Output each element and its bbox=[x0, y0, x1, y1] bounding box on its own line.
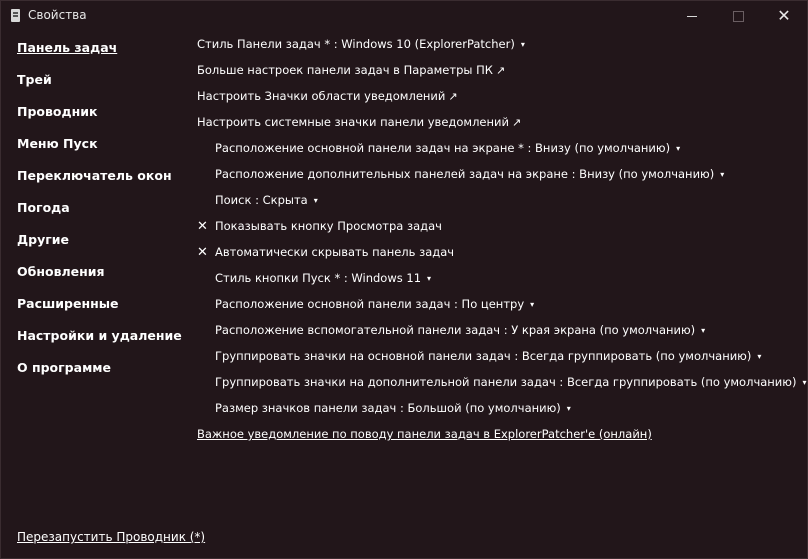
tray-icons-label: Настроить Значки области уведомлений bbox=[197, 89, 446, 103]
search-label: Поиск : Скрыта bbox=[215, 193, 308, 207]
autohide-label: Автоматически скрывать панель задач bbox=[215, 245, 455, 259]
primary-position-label: Расположение основной панели задач на эк… bbox=[215, 141, 671, 155]
properties-window: Свойства ✕ Панель задач Трей Проводник М… bbox=[0, 0, 808, 559]
chevron-down-icon: ▾ bbox=[701, 326, 706, 335]
sidebar-item-start-menu[interactable]: Меню Пуск bbox=[17, 136, 98, 151]
tray-icons-link[interactable]: Настроить Значки области уведомлений ↗ bbox=[197, 89, 458, 103]
chevron-down-icon: ▾ bbox=[802, 378, 807, 387]
title-bar[interactable]: Свойства ✕ bbox=[1, 1, 807, 31]
more-taskbar-settings-link[interactable]: Больше настроек панели задач в Параметры… bbox=[197, 63, 505, 77]
icon-size-label: Размер значков панели задач : Большой (п… bbox=[215, 401, 561, 415]
secondary-grouping-dropdown[interactable]: Группировать значки на дополнительной па… bbox=[215, 375, 806, 389]
external-link-icon: ↗ bbox=[495, 64, 506, 77]
important-notice-link[interactable]: Важное уведомление по поводу панели зада… bbox=[197, 427, 652, 441]
start-style-label: Стиль кнопки Пуск * : Windows 11 bbox=[215, 271, 422, 285]
icon-size-dropdown[interactable]: Размер значков панели задач : Большой (п… bbox=[215, 401, 571, 415]
chevron-down-icon: ▾ bbox=[427, 274, 432, 283]
primary-position-dropdown[interactable]: Расположение основной панели задач на эк… bbox=[215, 141, 680, 155]
secondary-grouping-label: Группировать значки на дополнительной па… bbox=[215, 375, 797, 389]
primary-alignment-dropdown[interactable]: Расположение основной панели задач : По … bbox=[215, 297, 534, 311]
chevron-down-icon: ▾ bbox=[530, 300, 535, 309]
primary-alignment-label: Расположение основной панели задач : По … bbox=[215, 297, 525, 311]
primary-grouping-dropdown[interactable]: Группировать значки на основной панели з… bbox=[215, 349, 761, 363]
maximize-icon bbox=[732, 10, 744, 22]
sidebar-item-tray[interactable]: Трей bbox=[17, 72, 52, 87]
chevron-down-icon: ▾ bbox=[757, 352, 762, 361]
primary-grouping-label: Группировать значки на основной панели з… bbox=[215, 349, 752, 363]
secondary-position-dropdown[interactable]: Расположение дополнительных панелей зада… bbox=[215, 167, 724, 181]
autohide-toggle[interactable]: ✕ Автоматически скрывать панель задач bbox=[197, 245, 597, 260]
window-title: Свойства bbox=[28, 8, 87, 22]
sidebar-item-advanced[interactable]: Расширенные bbox=[17, 296, 119, 311]
more-taskbar-settings-label: Больше настроек панели задач в Параметры… bbox=[197, 63, 493, 77]
external-link-icon: ↗ bbox=[511, 116, 522, 129]
chevron-down-icon: ▾ bbox=[720, 170, 725, 179]
secondary-alignment-label: Расположение вспомогательной панели зада… bbox=[215, 323, 696, 337]
chevron-down-icon: ▾ bbox=[520, 40, 525, 49]
task-view-label: Показывать кнопку Просмотра задач bbox=[215, 219, 442, 233]
secondary-alignment-dropdown[interactable]: Расположение вспомогательной панели зада… bbox=[215, 323, 705, 337]
task-view-toggle[interactable]: ✕ Показывать кнопку Просмотра задач bbox=[197, 219, 597, 234]
minimize-icon bbox=[687, 15, 697, 17]
start-style-dropdown[interactable]: Стиль кнопки Пуск * : Windows 11 ▾ bbox=[215, 271, 431, 285]
taskbar-style-dropdown[interactable]: Стиль Панели задач * : Windows 10 (Explo… bbox=[197, 37, 525, 51]
taskbar-style-label: Стиль Панели задач * : Windows 10 (Explo… bbox=[197, 37, 515, 51]
sidebar-item-explorer[interactable]: Проводник bbox=[17, 104, 97, 119]
chevron-down-icon: ▾ bbox=[676, 144, 681, 153]
close-button[interactable]: ✕ bbox=[761, 1, 807, 31]
x-mark-icon: ✕ bbox=[197, 245, 208, 260]
search-dropdown[interactable]: Поиск : Скрыта ▾ bbox=[215, 193, 318, 207]
x-mark-icon: ✕ bbox=[197, 219, 208, 234]
close-icon: ✕ bbox=[777, 6, 791, 25]
secondary-position-label: Расположение дополнительных панелей зада… bbox=[215, 167, 715, 181]
sidebar-item-other[interactable]: Другие bbox=[17, 232, 69, 247]
restart-explorer-link[interactable]: Перезапустить Проводник (*) bbox=[17, 530, 205, 544]
sidebar-item-updates[interactable]: Обновления bbox=[17, 264, 105, 279]
sidebar-item-weather[interactable]: Погода bbox=[17, 200, 70, 215]
chevron-down-icon: ▾ bbox=[313, 196, 318, 205]
maximize-button bbox=[715, 1, 761, 31]
sidebar-item-taskbar[interactable]: Панель задач bbox=[17, 40, 117, 55]
system-icons-label: Настроить системные значки панели уведом… bbox=[197, 115, 509, 129]
minimize-button[interactable] bbox=[669, 1, 715, 31]
sidebar-item-settings-uninstall[interactable]: Настройки и удаление bbox=[17, 328, 182, 343]
sidebar-item-about[interactable]: О программе bbox=[17, 360, 111, 375]
sidebar-item-window-switcher[interactable]: Переключатель окон bbox=[17, 168, 172, 183]
app-icon bbox=[11, 9, 20, 22]
chevron-down-icon: ▾ bbox=[566, 404, 571, 413]
system-icons-link[interactable]: Настроить системные значки панели уведом… bbox=[197, 115, 521, 129]
external-link-icon: ↗ bbox=[448, 90, 458, 103]
